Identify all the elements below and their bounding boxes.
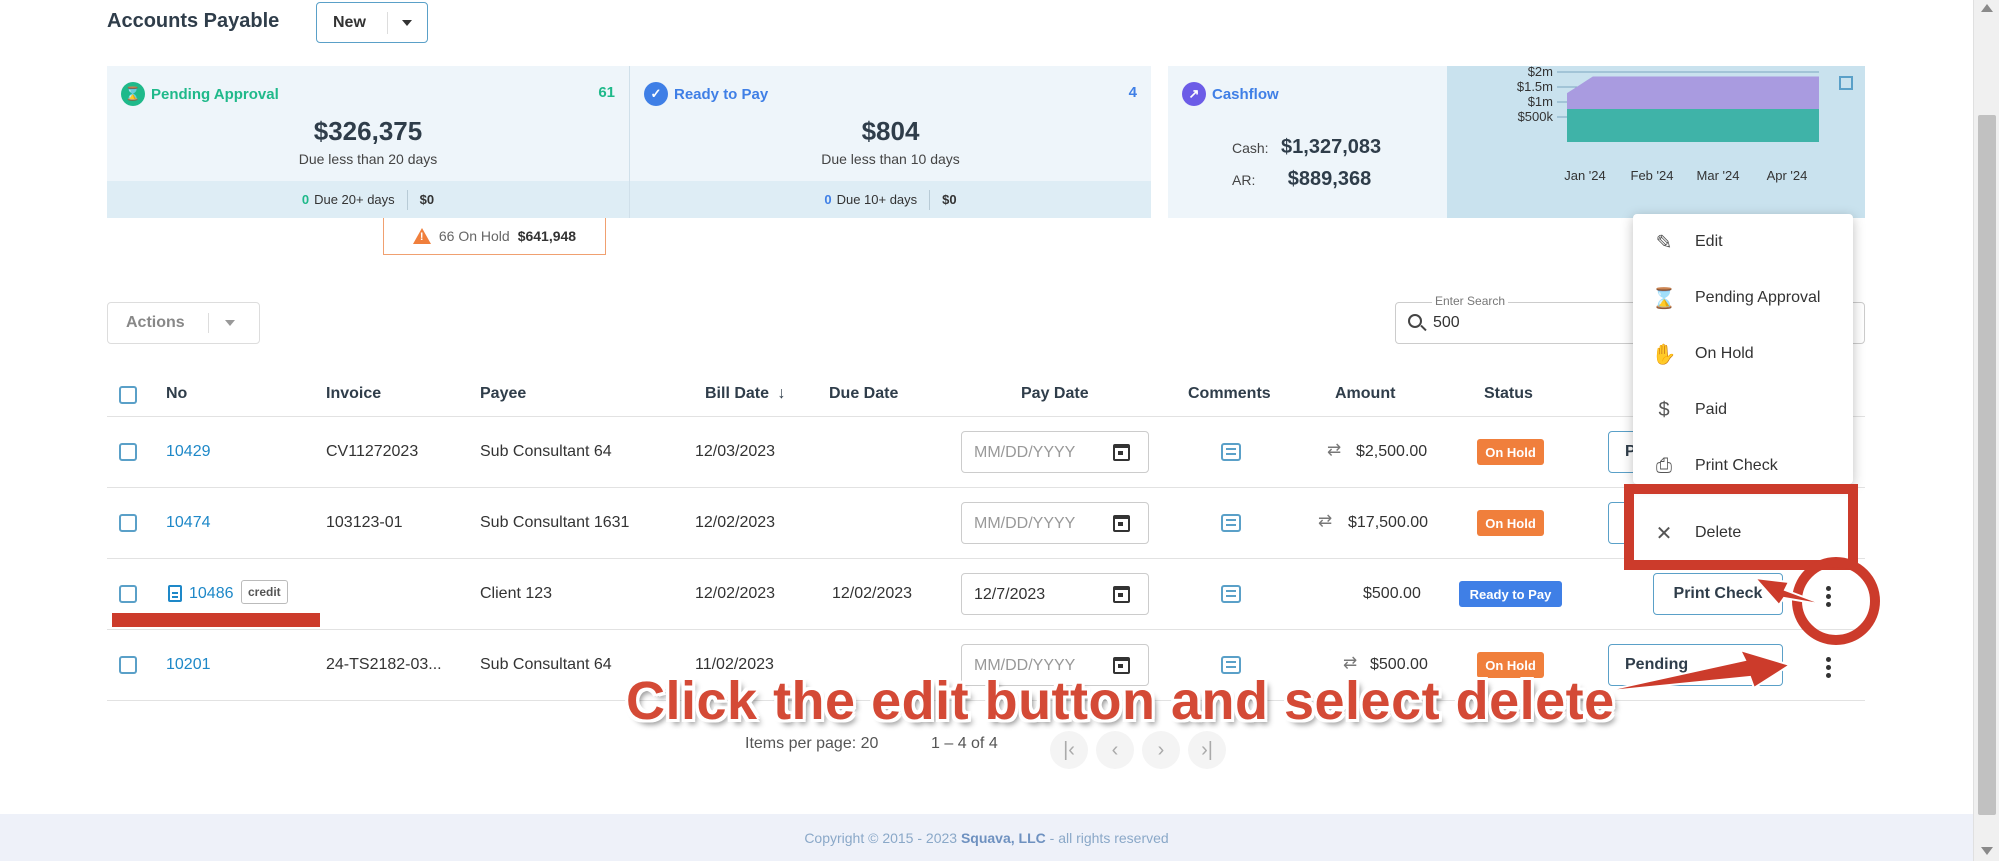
scroll-up-icon[interactable] [1981,4,1993,12]
accounts-payable-page: Accounts Payable New ⌛ Pending Approval … [0,0,1973,861]
annotation-arrow-up [1752,576,1826,607]
annotation-instruction-text: Click the edit button and select delete [626,671,1615,731]
scroll-thumb[interactable] [1978,115,1996,815]
scroll-down-icon[interactable] [1981,847,1993,855]
annotation-arrow-right [1599,648,1793,693]
vertical-scrollbar[interactable] [1973,0,1999,861]
